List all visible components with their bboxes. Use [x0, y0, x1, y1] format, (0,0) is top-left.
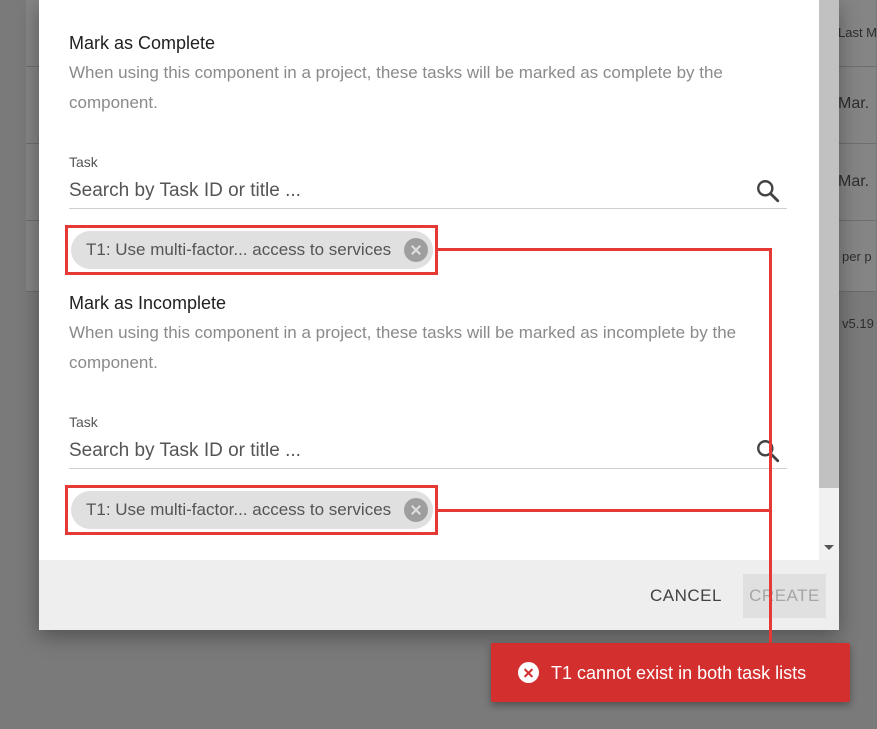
pagination-per-page: per p: [842, 249, 872, 264]
search-icon[interactable]: [755, 438, 781, 464]
create-button[interactable]: CREATE: [743, 574, 826, 618]
mark-incomplete-title: Mark as Incomplete: [69, 293, 227, 313]
chip-remove-icon[interactable]: [404, 238, 428, 262]
column-header-last-modified: Last M: [838, 25, 877, 40]
incomplete-chip-highlight: T1: Use multi-factor... access to servic…: [65, 485, 438, 535]
scrollbar-thumb[interactable]: [819, 0, 839, 488]
complete-chip-highlight: T1: Use multi-factor... access to servic…: [65, 225, 438, 275]
complete-task-label: Task: [69, 154, 98, 170]
mark-complete-description: When using this component in a project, …: [69, 63, 723, 112]
connector-line: [769, 248, 772, 644]
incomplete-task-search-input[interactable]: [69, 433, 787, 469]
dialog-footer: CANCEL CREATE: [39, 560, 839, 630]
dialog-scrollbar[interactable]: [819, 0, 839, 560]
complete-task-search-input[interactable]: [69, 173, 787, 209]
mark-incomplete-description: When using this component in a project, …: [69, 323, 737, 372]
search-icon[interactable]: [755, 178, 781, 204]
table-cell-date: Mar.: [838, 173, 870, 190]
error-circle-icon: [518, 662, 539, 683]
incomplete-task-label: Task: [69, 414, 98, 430]
scroll-down-arrow-icon[interactable]: [824, 545, 834, 550]
complete-task-chip[interactable]: T1: Use multi-factor... access to servic…: [71, 231, 433, 269]
version-text: v5.19: [842, 316, 874, 331]
table-cell-date: Mar.: [838, 95, 870, 112]
chip-remove-icon[interactable]: [404, 498, 428, 522]
connector-line: [438, 509, 772, 512]
dialog-body: Mark as Complete When using this compone…: [39, 0, 819, 560]
chip-label: T1: Use multi-factor... access to servic…: [86, 240, 392, 259]
chip-label: T1: Use multi-factor... access to servic…: [86, 500, 392, 519]
incomplete-task-chip[interactable]: T1: Use multi-factor... access to servic…: [71, 491, 433, 529]
toast-message: T1 cannot exist in both task lists: [551, 663, 807, 683]
connector-line: [438, 248, 772, 251]
mark-complete-title: Mark as Complete: [69, 33, 216, 53]
cancel-button[interactable]: CANCEL: [645, 574, 727, 618]
create-component-dialog: Mark as Complete When using this compone…: [39, 0, 839, 630]
error-toast: T1 cannot exist in both task lists: [491, 643, 850, 702]
